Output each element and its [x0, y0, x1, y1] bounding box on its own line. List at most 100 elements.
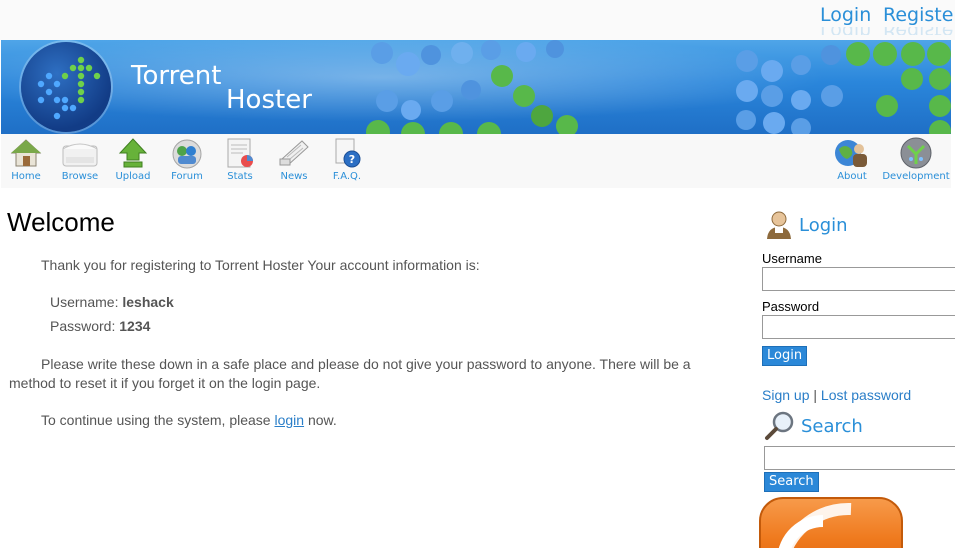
logo-dot	[61, 72, 69, 80]
banner-dot	[546, 40, 564, 58]
top-register-link[interactable]: Register Register	[883, 4, 955, 35]
banner-dot	[791, 118, 811, 134]
continue-login-link[interactable]: login	[274, 412, 304, 428]
nav-browse[interactable]: Browse	[55, 137, 105, 182]
banner-dot	[929, 68, 951, 90]
continue-prefix: To continue using the system, please	[41, 412, 271, 428]
logo-dot	[45, 88, 53, 96]
banner-dot	[761, 85, 783, 107]
banner-dot	[791, 55, 811, 75]
top-login-link[interactable]: Login Login	[820, 4, 871, 35]
banner-dot	[371, 42, 393, 64]
nav-news-label: News	[280, 171, 308, 182]
banner-dot	[396, 52, 420, 76]
nav-stats-label: Stats	[227, 171, 253, 182]
banner-dot	[901, 68, 923, 90]
nav-forum[interactable]: Forum	[162, 137, 212, 182]
banner-dot	[929, 95, 951, 117]
banner-dot	[461, 80, 481, 100]
sidebar-login-button[interactable]: Login	[762, 346, 808, 366]
banner-dot	[513, 85, 535, 107]
search-input[interactable]	[764, 446, 955, 470]
logo-dot	[61, 96, 69, 104]
password-row: Password: 1234	[50, 317, 150, 336]
logo-dot	[77, 96, 85, 104]
logo-dot	[85, 64, 93, 72]
banner-dot	[481, 40, 501, 60]
main-nav: Home Browse Upload Forum Stats News ? F.…	[1, 134, 951, 188]
logo-dot	[45, 72, 53, 80]
nav-faq[interactable]: ? F.A.Q.	[322, 137, 372, 182]
banner-dot	[791, 90, 811, 110]
user-icon	[767, 211, 791, 239]
logo-dot	[53, 112, 61, 120]
rss-feed-button[interactable]	[759, 497, 903, 548]
logo-dot	[77, 80, 85, 88]
links-separator: |	[813, 387, 818, 403]
about-icon	[835, 140, 867, 167]
page-title: Welcome	[7, 207, 115, 237]
nav-development-label: Development	[882, 171, 950, 182]
nav-faq-label: F.A.Q.	[332, 171, 362, 182]
browse-icon	[62, 143, 98, 167]
logo-dot	[77, 56, 85, 64]
svg-text:?: ?	[349, 153, 355, 166]
search-button[interactable]: Search	[764, 472, 819, 492]
banner-dot	[901, 42, 925, 66]
brand-name-line1: Torrent	[131, 61, 222, 91]
banner-dot	[556, 115, 578, 134]
upload-icon	[118, 138, 148, 168]
continue-text: To continue using the system, please log…	[9, 411, 337, 430]
sidebar-password-label: Password	[762, 299, 820, 314]
banner-dot	[876, 95, 898, 117]
logo-dot	[37, 96, 45, 104]
nav-stats[interactable]: Stats	[215, 137, 265, 182]
logo-dot	[93, 72, 101, 80]
top-login-reflection: Login	[820, 27, 871, 35]
nav-news[interactable]: News	[269, 137, 319, 182]
logo-dot	[69, 104, 77, 112]
signup-link[interactable]: Sign up	[762, 387, 809, 403]
logo-dot	[77, 88, 85, 96]
login-heading: Login	[799, 215, 848, 236]
banner-dot	[873, 42, 897, 66]
logo-dot	[77, 64, 85, 72]
banner-dot	[431, 90, 453, 112]
advice-text: Please write these down in a safe place …	[9, 356, 691, 391]
username-label: Username:	[50, 294, 119, 310]
sidebar-password-input[interactable]	[762, 315, 955, 339]
rss-icon	[778, 502, 852, 548]
nav-about[interactable]: About	[827, 137, 877, 182]
nav-forum-label: Forum	[171, 171, 203, 182]
sidebar-username-label: Username	[762, 251, 822, 266]
nav-home[interactable]: Home	[1, 137, 51, 182]
logo-icon[interactable]	[21, 42, 111, 132]
site-banner: Torrent Hoster	[1, 40, 951, 134]
lost-password-link[interactable]: Lost password	[821, 387, 911, 403]
nav-development[interactable]: Development	[881, 137, 951, 182]
intro-text: Thank you for registering to Torrent Hos…	[41, 257, 480, 273]
banner-dot	[531, 105, 553, 127]
search-heading: Search	[801, 416, 863, 437]
logo-dot	[37, 80, 45, 88]
forum-icon	[172, 139, 202, 169]
banner-dot	[491, 65, 513, 87]
top-register-reflection: Register	[883, 27, 955, 35]
top-register-label: Register	[883, 4, 955, 26]
nav-upload[interactable]: Upload	[108, 137, 158, 182]
banner-dot	[927, 42, 951, 66]
home-icon	[10, 139, 42, 167]
logo-dot	[77, 72, 85, 80]
username-value: leshack	[122, 294, 174, 310]
banner-dot	[516, 42, 536, 62]
logo-arrow-icon	[37, 56, 101, 120]
top-bar: Login Login Register Register	[0, 0, 955, 40]
brand-name-line2: Hoster	[226, 85, 312, 115]
logo-dot	[69, 64, 77, 72]
nav-browse-label: Browse	[61, 171, 99, 182]
top-login-label: Login	[820, 4, 872, 26]
banner-dot	[821, 45, 841, 65]
nav-upload-label: Upload	[115, 171, 151, 182]
sidebar-username-input[interactable]	[762, 267, 955, 291]
username-row: Username: leshack	[50, 293, 174, 312]
